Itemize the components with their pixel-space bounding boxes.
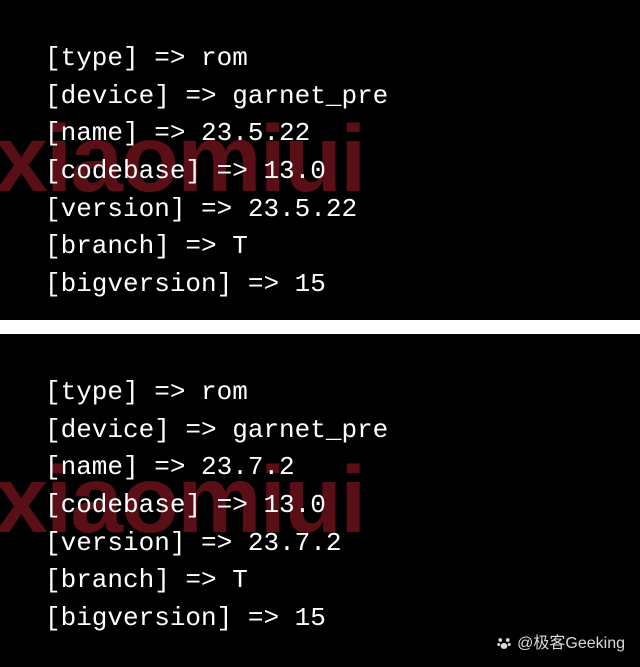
key: [codebase] [45, 156, 201, 186]
value: 23.7.2 [248, 528, 342, 558]
value: rom [201, 377, 248, 407]
key: [version] [45, 528, 185, 558]
key: [codebase] [45, 490, 201, 520]
output-line: [branch] => T [45, 228, 620, 266]
value: garnet_pre [232, 81, 388, 111]
output-line: [device] => garnet_pre [45, 412, 620, 450]
value: 23.7.2 [201, 452, 295, 482]
arrow: => [232, 269, 294, 299]
arrow: => [201, 490, 263, 520]
arrow: => [170, 231, 232, 261]
attribution-text: @极客Geeking [517, 632, 625, 655]
arrow: => [139, 118, 201, 148]
arrow: => [232, 603, 294, 633]
key: [type] [45, 377, 139, 407]
arrow: => [185, 528, 247, 558]
key: [type] [45, 43, 139, 73]
arrow: => [170, 415, 232, 445]
output-line: [version] => 23.5.22 [45, 191, 620, 229]
arrow: => [139, 377, 201, 407]
panel-divider [0, 320, 640, 334]
arrow: => [139, 452, 201, 482]
output-line: [bigversion] => 15 [45, 266, 620, 304]
key: [bigversion] [45, 269, 232, 299]
output-line: [name] => 23.5.22 [45, 115, 620, 153]
value: 23.5.22 [201, 118, 310, 148]
terminal-panel-bottom: xiaomiui [type] => rom [device] => garne… [0, 334, 640, 667]
key: [branch] [45, 231, 170, 261]
key: [version] [45, 194, 185, 224]
key: [device] [45, 415, 170, 445]
output-line: [codebase] => 13.0 [45, 153, 620, 191]
value: 15 [295, 269, 326, 299]
attribution-badge: @极客Geeking [495, 632, 625, 655]
output-line: [name] => 23.7.2 [45, 449, 620, 487]
value: T [232, 565, 248, 595]
paw-icon [495, 634, 513, 652]
key: [name] [45, 452, 139, 482]
terminal-content-top: [type] => rom [device] => garnet_pre [na… [45, 40, 620, 304]
output-line: [version] => 23.7.2 [45, 525, 620, 563]
value: garnet_pre [232, 415, 388, 445]
output-line: [branch] => T [45, 562, 620, 600]
key: [bigversion] [45, 603, 232, 633]
arrow: => [170, 81, 232, 111]
output-line: [type] => rom [45, 40, 620, 78]
output-line: [type] => rom [45, 374, 620, 412]
key: [name] [45, 118, 139, 148]
terminal-content-bottom: [type] => rom [device] => garnet_pre [na… [45, 374, 620, 638]
terminal-panel-top: xiaomiui [type] => rom [device] => garne… [0, 0, 640, 320]
value: 13.0 [263, 490, 325, 520]
arrow: => [170, 565, 232, 595]
key: [device] [45, 81, 170, 111]
value: rom [201, 43, 248, 73]
arrow: => [185, 194, 247, 224]
value: 15 [295, 603, 326, 633]
output-line: [codebase] => 13.0 [45, 487, 620, 525]
arrow: => [139, 43, 201, 73]
value: 13.0 [263, 156, 325, 186]
value: T [232, 231, 248, 261]
output-line: [device] => garnet_pre [45, 78, 620, 116]
value: 23.5.22 [248, 194, 357, 224]
key: [branch] [45, 565, 170, 595]
arrow: => [201, 156, 263, 186]
